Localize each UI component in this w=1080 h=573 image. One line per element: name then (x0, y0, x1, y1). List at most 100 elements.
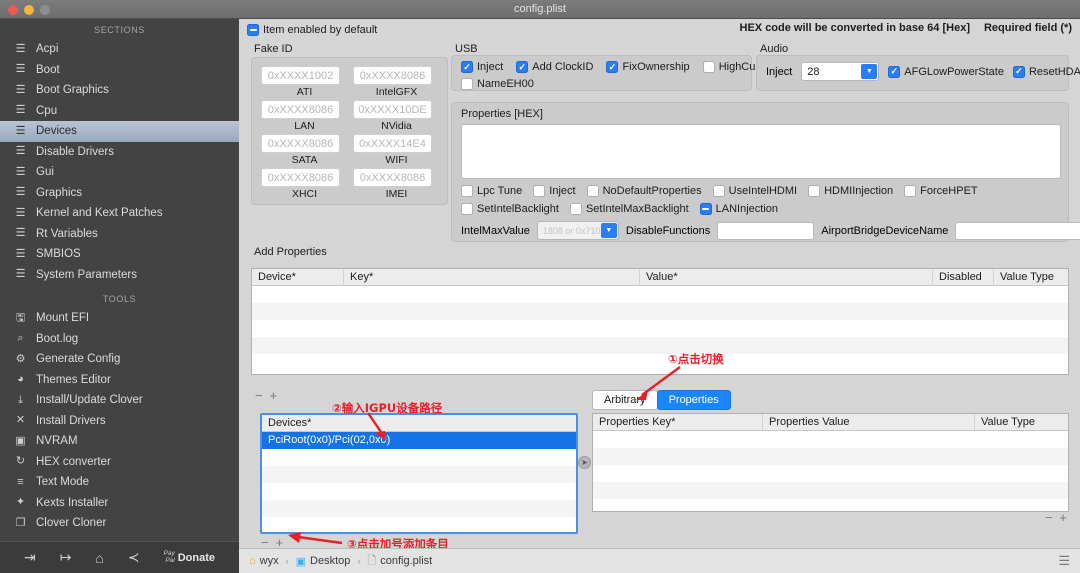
audio-inject-select[interactable]: 28 ▼ (801, 62, 880, 81)
sidebar-item-gui[interactable]: ☰ Gui (0, 162, 239, 183)
fake-id-field-intelgfx[interactable]: 0xXXXX8086 IntelGFX (353, 66, 440, 98)
table-row[interactable] (593, 431, 1068, 448)
import-icon[interactable]: ⇥ (24, 549, 36, 566)
list-item[interactable] (262, 483, 576, 500)
sidebar-item-disable-drivers[interactable]: ☰ Disable Drivers (0, 142, 239, 163)
nodefaultproperties-checkbox[interactable]: NoDefaultProperties (586, 185, 702, 197)
sidebar-item-generate-config[interactable]: ⚙ Generate Config (0, 349, 239, 370)
sidebar-item-boot-graphics[interactable]: ☰ Boot Graphics (0, 80, 239, 101)
chevron-right-icon: › (357, 556, 361, 566)
sidebar-item-clover-cloner[interactable]: ❐ Clover Cloner (0, 513, 239, 534)
sidebar-item-rt-variables[interactable]: ☰ Rt Variables (0, 224, 239, 245)
fake-id-input[interactable]: 0xXXXX8086 (353, 66, 432, 85)
table-row[interactable] (252, 320, 1068, 337)
sidebar-item-label: Cpu (36, 104, 58, 117)
fake-id-field-sata[interactable]: 0xXXXX8086 SATA (261, 134, 348, 166)
breadcrumb-item-wyx[interactable]: ⌂ wyx (249, 555, 279, 567)
table-row[interactable] (593, 482, 1068, 499)
sidebar-item-kernel-and-kext-patches[interactable]: ☰ Kernel and Kext Patches (0, 203, 239, 224)
item-enabled-by-default-checkbox[interactable]: Item enabled by default (247, 24, 377, 36)
fake-id-input[interactable]: 0xXXXX8086 (353, 168, 432, 187)
setintelbacklight-checkbox[interactable]: SetIntelBacklight (461, 203, 559, 215)
sidebar-item-system-parameters[interactable]: ☰ System Parameters (0, 265, 239, 286)
export-icon[interactable]: ↦ (60, 549, 72, 566)
table-row[interactable] (593, 448, 1068, 465)
sidebar-item-boot[interactable]: ☰ Boot (0, 60, 239, 81)
audio-afglowpowerstate-checkbox[interactable]: AFGLowPowerState (888, 65, 1004, 78)
sidebar-item-boot-log[interactable]: ⌕ Boot.log (0, 329, 239, 350)
airport-bridge-input[interactable] (955, 221, 1080, 240)
disable-functions-label: DisableFunctions (625, 224, 711, 237)
sidebar-item-smbios[interactable]: ☰ SMBIOS (0, 244, 239, 265)
fake-id-input[interactable]: 0xXXXX14E4 (353, 134, 432, 153)
setintelmaxbacklight-checkbox[interactable]: SetIntelMaxBacklight (569, 203, 689, 215)
disable-functions-input[interactable] (717, 221, 815, 240)
download-icon: ⤓ (18, 393, 23, 406)
add-properties-row-button[interactable]: + (1059, 510, 1067, 525)
fake-id-field-ati[interactable]: 0xXXXX1002 ATI (261, 66, 348, 98)
list-item[interactable] (262, 500, 576, 517)
sidebar-item-mount-efi[interactable]: 🖫 Mount EFI (0, 308, 239, 329)
sidebar-item-graphics[interactable]: ☰ Graphics (0, 183, 239, 204)
share-icon[interactable]: ≺ (128, 549, 140, 566)
sidebar-item-acpi[interactable]: ☰ Acpi (0, 39, 239, 60)
add-property-button[interactable]: + (270, 388, 278, 403)
list-item[interactable] (262, 449, 576, 466)
useintelhdmi-checkbox[interactable]: UseIntelHDMI (712, 185, 797, 197)
sidebar-item-text-mode[interactable]: ≡ Text Mode (0, 472, 239, 493)
home-icon[interactable]: ⌂ (95, 550, 103, 566)
laninjection-checkbox[interactable]: LANInjection (699, 203, 778, 215)
hex-inject-checkbox[interactable]: Inject (533, 185, 576, 197)
devices-list-panel[interactable]: Devices* PciRoot(0x0)/Pci(02,0x0) (260, 413, 578, 534)
link-handle-icon[interactable]: ➤ (578, 456, 591, 469)
intel-max-value-select[interactable]: 1808 or 0x710 ▼ (536, 221, 619, 240)
fake-id-field-wifi[interactable]: 0xXXXX14E4 WIFI (353, 134, 440, 166)
properties-hex-textarea[interactable] (461, 124, 1061, 179)
fake-id-field-xhci[interactable]: 0xXXXX8086 XHCI (261, 168, 348, 200)
list-item[interactable]: PciRoot(0x0)/Pci(02,0x0) (262, 432, 576, 449)
breadcrumb-item-config-plist[interactable]: 🗋 config.plist (367, 552, 432, 571)
fake-id-field-imei[interactable]: 0xXXXX8086 IMEI (353, 168, 440, 200)
column-header-properties-key: Properties Key* (593, 413, 763, 431)
hamburger-icon[interactable]: ☰ (1058, 553, 1070, 569)
fake-id-input[interactable]: 0xXXXX8086 (261, 168, 340, 187)
list-item[interactable] (262, 466, 576, 483)
sidebar-item-themes-editor[interactable]: ◕ Themes Editor (0, 370, 239, 391)
donate-button[interactable]: Pay Pal Donate (164, 550, 215, 564)
table-row[interactable] (593, 465, 1068, 482)
table-row[interactable] (252, 303, 1068, 320)
breadcrumb-item-desktop[interactable]: ▣ Desktop (296, 555, 351, 568)
usb-nameeh00-checkbox[interactable]: NameEH00 (461, 78, 534, 90)
sidebar-item-hex-converter[interactable]: ↻ HEX converter (0, 452, 239, 473)
lpc-tune-checkbox[interactable]: Lpc Tune (461, 185, 522, 197)
properties-table[interactable]: Properties Key* Properties Value Value T… (592, 413, 1069, 512)
sidebar-item-nvram[interactable]: ▣ NVRAM (0, 431, 239, 452)
sidebar-item-cpu[interactable]: ☰ Cpu (0, 101, 239, 122)
table-row[interactable] (593, 499, 1068, 516)
fake-id-field-lan[interactable]: 0xXXXX8086 LAN (261, 100, 348, 132)
remove-properties-button[interactable]: − (1045, 510, 1053, 525)
audio-resethda-checkbox[interactable]: ResetHDA (1012, 65, 1080, 78)
sidebar-item-install-drivers[interactable]: ✕ Install Drivers (0, 411, 239, 432)
hdmiinjection-checkbox[interactable]: HDMIInjection (808, 185, 893, 197)
usb-fixownership-checkbox[interactable]: FixOwnership (606, 61, 690, 73)
fake-id-input[interactable]: 0xXXXX1002 (261, 66, 340, 85)
fake-id-input[interactable]: 0xXXXX8086 (261, 134, 340, 153)
sidebar-item-label: Graphics (36, 186, 83, 199)
column-header-device: Device* (252, 268, 344, 286)
add-properties-table[interactable]: Device* Key* Value* Disabled Value Type (251, 268, 1069, 375)
usb-inject-checkbox[interactable]: Inject (461, 61, 503, 73)
fake-id-input[interactable]: 0xXXXX10DE (353, 100, 432, 119)
remove-property-button[interactable]: − (255, 388, 263, 403)
sidebar-item-devices[interactable]: ☰ Devices (0, 121, 239, 142)
fake-id-input[interactable]: 0xXXXX8086 (261, 100, 340, 119)
forcehpet-checkbox[interactable]: ForceHPET (904, 185, 978, 197)
fake-id-field-nvidia[interactable]: 0xXXXX10DE NVidia (353, 100, 440, 132)
audio-inject-label: Inject (766, 65, 793, 78)
table-row[interactable] (252, 286, 1068, 303)
sidebar-item-kexts-installer[interactable]: ✦ Kexts Installer (0, 493, 239, 514)
fake-id-label: XHCI (291, 188, 318, 200)
usb-add-clockid-checkbox[interactable]: Add ClockID (516, 61, 593, 73)
sidebar-item-install-update-clover[interactable]: ⤓ Install/Update Clover (0, 390, 239, 411)
table-row[interactable] (252, 337, 1068, 354)
